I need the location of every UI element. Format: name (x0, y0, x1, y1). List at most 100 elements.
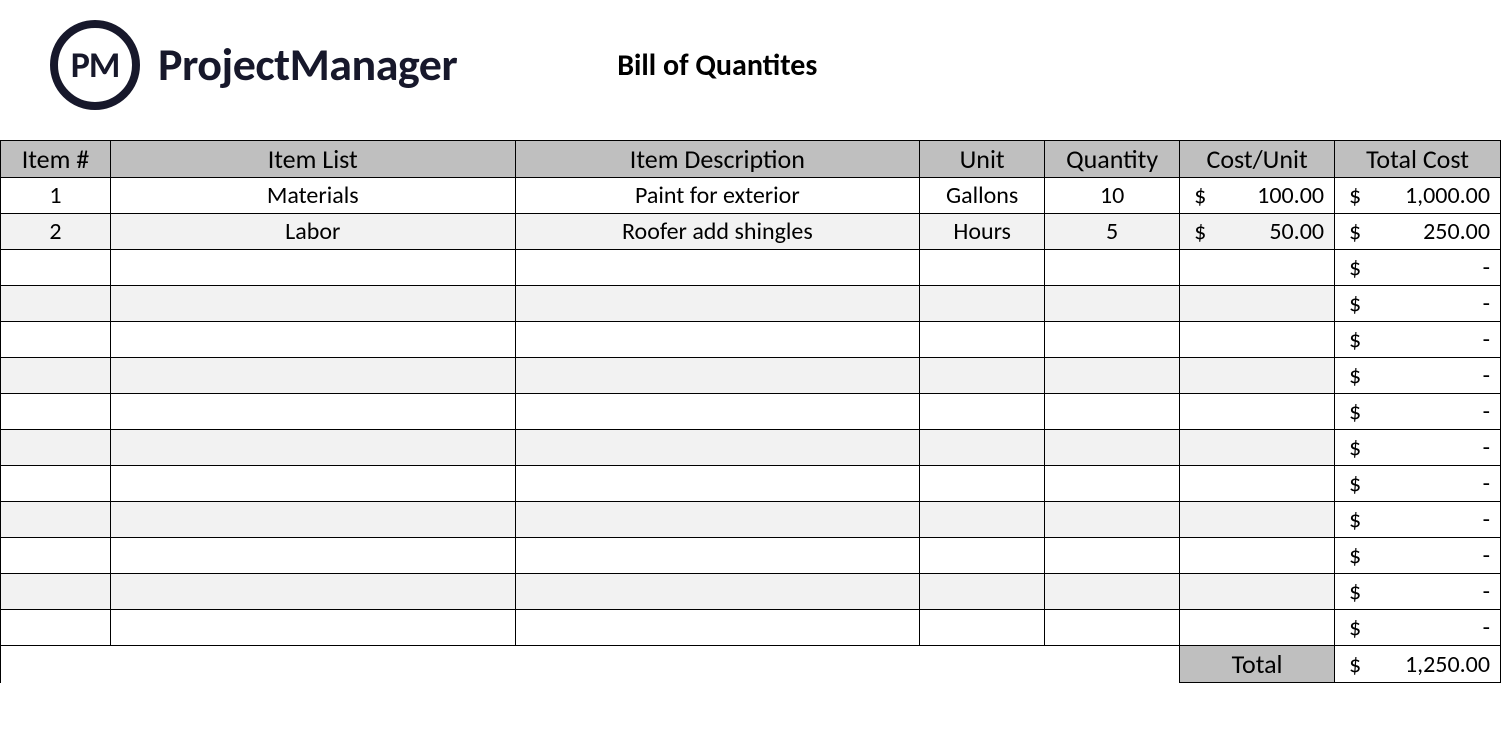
cell-total-cost[interactable]: $- (1335, 574, 1501, 610)
cell-cost-unit[interactable] (1180, 610, 1335, 646)
cell-quantity[interactable] (1045, 610, 1180, 646)
cell-item-list[interactable] (110, 538, 515, 574)
cell-item-list[interactable] (110, 250, 515, 286)
cell-total-cost[interactable]: $- (1335, 538, 1501, 574)
cell-total-cost[interactable]: $- (1335, 286, 1501, 322)
cell-unit[interactable] (920, 430, 1045, 466)
cell-item-no[interactable]: 2 (1, 214, 111, 250)
cell-item-desc[interactable] (515, 250, 920, 286)
cell-item-list[interactable] (110, 430, 515, 466)
cell-item-desc[interactable] (515, 358, 920, 394)
cell-cost-unit[interactable] (1180, 286, 1335, 322)
cell-item-desc[interactable] (515, 538, 920, 574)
cell-unit[interactable] (920, 502, 1045, 538)
cell-item-no[interactable] (1, 502, 111, 538)
cell-item-desc[interactable] (515, 502, 920, 538)
cell-total-cost[interactable]: $- (1335, 502, 1501, 538)
cell-item-list[interactable] (110, 466, 515, 502)
cell-unit[interactable] (920, 250, 1045, 286)
cell-total-cost[interactable]: $- (1335, 250, 1501, 286)
cell-item-list[interactable] (110, 358, 515, 394)
cell-quantity[interactable]: 5 (1045, 214, 1180, 250)
col-header-total-cost: Total Cost (1335, 141, 1501, 178)
cell-item-no[interactable] (1, 466, 111, 502)
cell-item-list[interactable]: Labor (110, 214, 515, 250)
cell-cost-unit[interactable] (1180, 502, 1335, 538)
cell-cost-unit[interactable] (1180, 574, 1335, 610)
cell-quantity[interactable] (1045, 358, 1180, 394)
cell-item-no[interactable] (1, 610, 111, 646)
cell-total-cost[interactable]: $- (1335, 394, 1501, 430)
cell-cost-unit[interactable] (1180, 466, 1335, 502)
cell-unit[interactable] (920, 286, 1045, 322)
cell-unit[interactable] (920, 394, 1045, 430)
cell-item-no[interactable] (1, 322, 111, 358)
cell-quantity[interactable] (1045, 394, 1180, 430)
cell-item-desc[interactable]: Roofer add shingles (515, 214, 920, 250)
cell-quantity[interactable] (1045, 538, 1180, 574)
cell-unit[interactable] (920, 574, 1045, 610)
cell-item-no[interactable] (1, 250, 111, 286)
cell-total-cost[interactable]: $- (1335, 430, 1501, 466)
currency-symbol: $ (1345, 361, 1361, 390)
cell-cost-unit[interactable] (1180, 538, 1335, 574)
cell-item-desc[interactable] (515, 394, 920, 430)
document-title: Bill of Quantites (617, 47, 817, 84)
cell-item-no[interactable] (1, 358, 111, 394)
cell-quantity[interactable] (1045, 466, 1180, 502)
cell-cost-unit[interactable] (1180, 358, 1335, 394)
cell-unit[interactable] (920, 322, 1045, 358)
cell-quantity[interactable]: 10 (1045, 178, 1180, 214)
cell-item-no[interactable] (1, 286, 111, 322)
cell-item-desc[interactable] (515, 466, 920, 502)
cell-cost-unit[interactable] (1180, 250, 1335, 286)
currency-symbol: $ (1345, 253, 1361, 282)
cell-cost-unit[interactable]: $50.00 (1180, 214, 1335, 250)
cell-quantity[interactable] (1045, 574, 1180, 610)
cell-item-desc[interactable]: Paint for exterior (515, 178, 920, 214)
brand-logo: PM ProjectManager (50, 20, 457, 110)
cell-total-cost[interactable]: $- (1335, 358, 1501, 394)
cell-total-cost[interactable]: $- (1335, 610, 1501, 646)
cell-item-list[interactable] (110, 322, 515, 358)
cell-total-cost[interactable]: $250.00 (1335, 214, 1501, 250)
cell-unit[interactable]: Hours (920, 214, 1045, 250)
cell-item-desc[interactable] (515, 286, 920, 322)
cell-item-list[interactable] (110, 502, 515, 538)
cell-item-list[interactable] (110, 286, 515, 322)
table-row: $- (1, 538, 1501, 574)
cell-unit[interactable] (920, 610, 1045, 646)
cell-item-list[interactable] (110, 610, 515, 646)
cell-unit[interactable] (920, 358, 1045, 394)
cell-item-list[interactable] (110, 394, 515, 430)
cell-item-no[interactable] (1, 394, 111, 430)
cell-cost-unit[interactable]: $100.00 (1180, 178, 1335, 214)
cell-item-desc[interactable] (515, 610, 920, 646)
cell-quantity[interactable] (1045, 286, 1180, 322)
cell-total-cost[interactable]: $- (1335, 322, 1501, 358)
table-row: $- (1, 322, 1501, 358)
amount: - (1483, 577, 1490, 606)
cell-item-no[interactable] (1, 430, 111, 466)
cell-item-desc[interactable] (515, 322, 920, 358)
cell-item-list[interactable] (110, 574, 515, 610)
cell-item-desc[interactable] (515, 430, 920, 466)
cell-item-no[interactable] (1, 538, 111, 574)
cell-quantity[interactable] (1045, 250, 1180, 286)
cell-unit[interactable] (920, 466, 1045, 502)
cell-item-no[interactable] (1, 574, 111, 610)
currency-symbol: $ (1345, 469, 1361, 498)
cell-unit[interactable]: Gallons (920, 178, 1045, 214)
cell-cost-unit[interactable] (1180, 322, 1335, 358)
cell-total-cost[interactable]: $- (1335, 466, 1501, 502)
cell-cost-unit[interactable] (1180, 394, 1335, 430)
cell-quantity[interactable] (1045, 502, 1180, 538)
cell-cost-unit[interactable] (1180, 430, 1335, 466)
cell-total-cost[interactable]: $1,000.00 (1335, 178, 1501, 214)
cell-unit[interactable] (920, 538, 1045, 574)
cell-item-no[interactable]: 1 (1, 178, 111, 214)
cell-quantity[interactable] (1045, 430, 1180, 466)
cell-item-list[interactable]: Materials (110, 178, 515, 214)
cell-item-desc[interactable] (515, 574, 920, 610)
cell-quantity[interactable] (1045, 322, 1180, 358)
